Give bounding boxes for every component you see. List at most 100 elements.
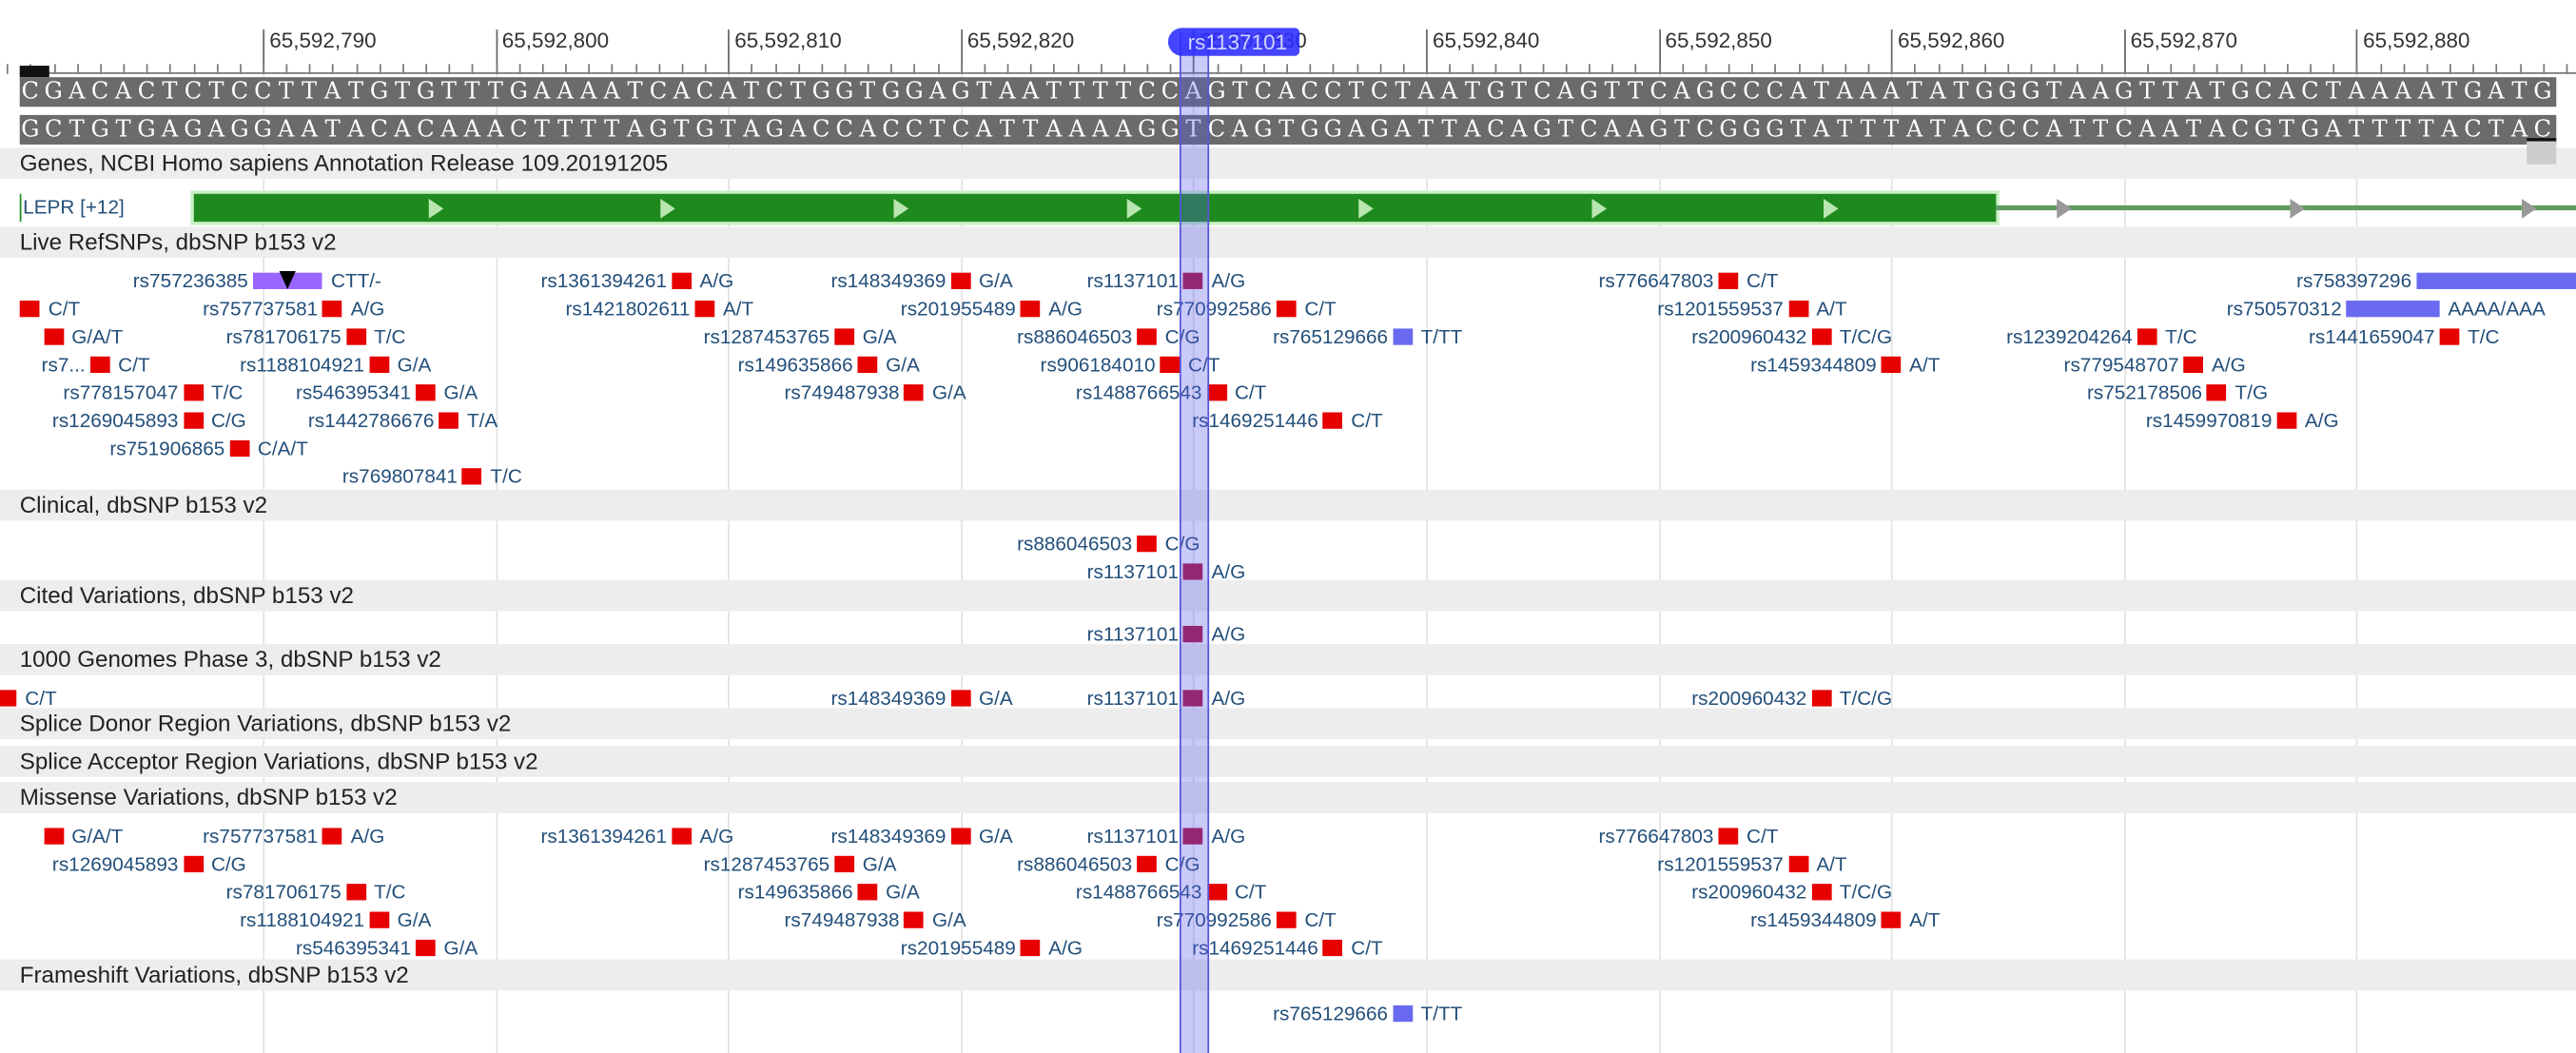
variant-marker[interactable] (1322, 939, 1343, 957)
variant-id-link[interactable]: rs148349369 (830, 825, 946, 848)
variant-id-link[interactable]: rs752178506 (2087, 381, 2202, 404)
variant-marker[interactable] (2276, 412, 2297, 429)
variant-marker[interactable] (1787, 301, 1808, 318)
variant-marker[interactable] (1787, 855, 1808, 873)
variant-id-link[interactable]: rs1137101 (1087, 687, 1179, 710)
variant-id-link[interactable]: rs1459970819 (2146, 409, 2273, 432)
variant-marker[interactable] (369, 356, 389, 374)
variant-marker[interactable] (857, 884, 878, 901)
variant-id-link[interactable]: rs1469251446 (1192, 409, 1318, 432)
gene-label[interactable]: LEPR [+12] (19, 193, 125, 223)
gene-intron-line[interactable] (1996, 205, 2576, 211)
variant-id-link[interactable]: rs546395341 (296, 381, 411, 404)
variant-marker[interactable] (2346, 301, 2440, 318)
variant-marker[interactable] (345, 884, 366, 901)
variant-marker[interactable] (2416, 272, 2576, 289)
variant-marker[interactable] (672, 272, 692, 289)
variant-id-link[interactable]: rs149635866 (738, 353, 853, 376)
variant-marker[interactable] (904, 384, 925, 401)
variant-id-link[interactable]: rs1459344809 (1750, 908, 1877, 931)
variant-marker[interactable] (1718, 828, 1739, 845)
variant-marker[interactable] (1393, 328, 1413, 345)
track-header[interactable]: Live RefSNPs, dbSNP b153 v2 (0, 226, 2576, 259)
variant-marker[interactable] (1811, 884, 1832, 901)
variant-id-link[interactable]: rs1441659047 (2309, 325, 2435, 348)
variant-marker[interactable] (89, 356, 110, 374)
variant-id-link[interactable]: rs200960432 (1691, 687, 1806, 710)
variant-marker[interactable] (1276, 301, 1297, 318)
variant-marker[interactable] (1160, 356, 1181, 374)
variant-id-link[interactable]: rs148349369 (830, 687, 946, 710)
variant-id-link[interactable]: rs778157047 (63, 381, 178, 404)
variant-marker[interactable] (1881, 356, 1902, 374)
variant-id-link[interactable]: rs781706175 (226, 881, 342, 904)
variant-id-link[interactable]: rs781706175 (226, 325, 342, 348)
variant-marker[interactable] (2183, 356, 2204, 374)
variant-id-link[interactable]: rs765129666 (1273, 325, 1388, 348)
variant-id-link[interactable]: rs1201559537 (1657, 298, 1784, 321)
variant-id-link[interactable]: rs1269045893 (52, 409, 179, 432)
variant-marker[interactable] (1811, 690, 1832, 707)
gene-exon-bar[interactable] (193, 193, 1997, 223)
variant-id-link[interactable]: rs906184010 (1041, 353, 1156, 376)
track-header[interactable]: 1000 Genomes Phase 3, dbSNP b153 v2 (0, 643, 2576, 675)
variant-id-link[interactable]: rs1188104921 (240, 908, 364, 931)
variant-id-link[interactable]: rs148349369 (830, 269, 946, 292)
variant-marker[interactable] (439, 412, 459, 429)
variant-marker[interactable] (694, 301, 715, 318)
variant-id-link[interactable]: rs1137101 (1087, 269, 1179, 292)
variant-marker[interactable] (345, 328, 366, 345)
variant-id-link[interactable]: rs1361394261 (540, 269, 667, 292)
variant-marker[interactable] (183, 412, 204, 429)
variant-id-link[interactable]: rs758397296 (2296, 269, 2411, 292)
sequence-viewer[interactable]: 65,592,790 65,592,800 65,592,810 65,592,820… (0, 0, 2576, 1053)
variant-id-link[interactable]: rs757737581 (203, 825, 318, 848)
variant-id-link[interactable]: rs200960432 (1691, 881, 1806, 904)
variant-marker[interactable] (834, 855, 855, 873)
variant-marker[interactable] (950, 272, 971, 289)
variant-marker[interactable] (2137, 328, 2157, 345)
variant-marker[interactable] (857, 356, 878, 374)
variant-id-link[interactable]: rs1201559537 (1657, 852, 1784, 875)
variant-marker[interactable] (416, 939, 436, 957)
variant-id-link[interactable]: rs751906865 (109, 437, 224, 459)
variant-id-link[interactable]: rs149635866 (738, 881, 853, 904)
variant-marker[interactable] (0, 690, 17, 707)
variant-marker[interactable] (322, 301, 343, 318)
variant-marker[interactable] (416, 384, 436, 401)
track-header[interactable]: Splice Donor Region Variations, dbSNP b1… (0, 708, 2576, 740)
track-header[interactable]: Splice Acceptor Region Variations, dbSNP… (0, 746, 2576, 777)
variant-id-link[interactable]: rs201955489 (901, 936, 1016, 959)
variant-id-link[interactable]: rs769807841 (342, 465, 458, 488)
variant-marker[interactable] (1137, 328, 1157, 345)
variant-id-link[interactable]: rs749487938 (785, 381, 900, 404)
variant-marker[interactable] (1020, 939, 1041, 957)
variant-id-link[interactable]: rs776647803 (1598, 269, 1713, 292)
variant-id-link[interactable]: rs1459344809 (1750, 353, 1877, 376)
variant-id-link[interactable]: rs770992586 (1157, 298, 1272, 321)
variant-marker[interactable] (1276, 911, 1297, 928)
track-header[interactable]: Clinical, dbSNP b153 v2 (0, 489, 2576, 521)
variant-id-link[interactable]: rs886046503 (1017, 533, 1132, 556)
variant-id-link[interactable]: rs1269045893 (52, 852, 179, 875)
selected-variant-marker[interactable]: rs1137101 (1167, 28, 1300, 56)
variant-marker[interactable] (672, 828, 692, 845)
variant-marker[interactable] (1020, 301, 1041, 318)
variant-marker[interactable] (1393, 1004, 1413, 1023)
variant-id-link[interactable]: rs1137101 (1087, 623, 1179, 646)
variant-id-link[interactable]: rs201955489 (901, 298, 1016, 321)
variant-marker[interactable] (904, 911, 925, 928)
variant-id-link[interactable]: rs757737581 (203, 298, 318, 321)
variant-id-link[interactable]: rs776647803 (1598, 825, 1713, 848)
variant-marker[interactable] (43, 828, 64, 845)
variant-id-link[interactable]: rs886046503 (1017, 325, 1132, 348)
variant-marker[interactable] (1811, 328, 1832, 345)
variant-id-link[interactable]: rs1188104921 (240, 353, 364, 376)
variant-id-link[interactable]: rs750570312 (2227, 298, 2342, 321)
variant-id-link[interactable]: rs886046503 (1017, 852, 1132, 875)
variant-marker[interactable] (950, 828, 971, 845)
variant-id-link[interactable]: rs757236385 (133, 269, 248, 292)
track-header[interactable]: Missense Variations, dbSNP b153 v2 (0, 782, 2576, 813)
variant-id-link[interactable]: rs1421802611 (565, 298, 690, 321)
variant-marker[interactable] (1718, 272, 1739, 289)
